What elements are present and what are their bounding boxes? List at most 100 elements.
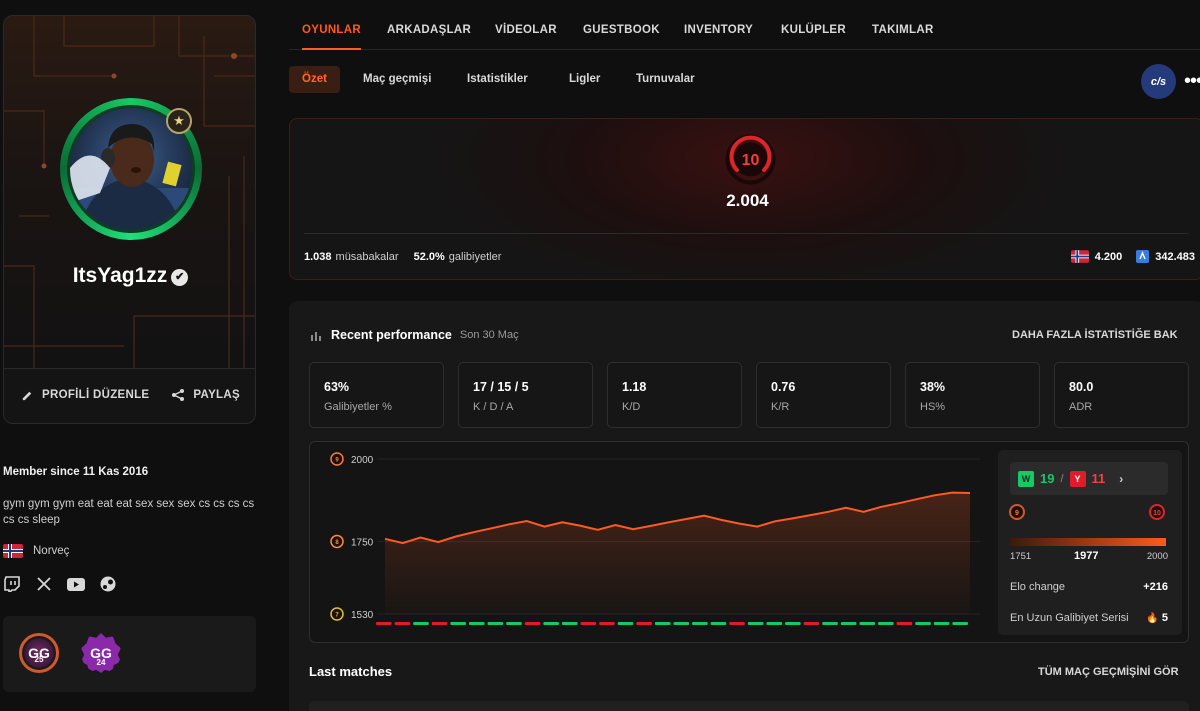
- result-segment: [952, 622, 968, 625]
- twitch-icon[interactable]: [3, 575, 21, 593]
- tab-oyunlar[interactable]: OYUNLAR: [302, 24, 361, 50]
- elo-change-value: +216: [1143, 581, 1168, 593]
- matches-label: müsabakalar: [335, 251, 399, 263]
- main-tabs: OYUNLAR ARKADAŞLAR VİDEOLAR GUESTBOOK IN…: [289, 0, 1200, 50]
- global-ranking[interactable]: 342.483: [1136, 250, 1195, 263]
- subtab-ozet[interactable]: Özet: [289, 66, 340, 93]
- y-tick-label: 1530: [351, 610, 374, 621]
- match-summary: 1.038 müsabakalar 52.0% galibiyetler: [304, 251, 501, 263]
- divider: [4, 368, 255, 369]
- steam-icon[interactable]: [99, 575, 117, 593]
- result-segment: [878, 622, 894, 625]
- winrate-label: galibiyetler: [448, 251, 502, 263]
- more-stats-link[interactable]: DAHA FAZLA İSTATİSTİĞE BAK: [1012, 329, 1178, 341]
- stat-kda: 17 / 15 / 5 K / D / A: [458, 362, 593, 428]
- divider: [304, 233, 1189, 234]
- stat-label: ADR: [1069, 401, 1093, 413]
- y-tick-label: 2000: [351, 455, 374, 466]
- gg25-badge-icon[interactable]: GG 25: [19, 633, 59, 673]
- separator: /: [1060, 472, 1064, 485]
- profile-actions: PROFİLİ DÜZENLE PAYLAŞ: [4, 388, 255, 402]
- longest-streak-value: 5: [1161, 612, 1168, 624]
- wins-count: 19: [1040, 471, 1055, 486]
- country-ranking[interactable]: 4.200: [1070, 250, 1123, 263]
- gg25-number: 25: [34, 655, 44, 664]
- gg24-badge-icon[interactable]: GG 24: [81, 633, 121, 673]
- country: Norveç: [3, 544, 69, 558]
- subtab-mac-gecmisi[interactable]: Maç geçmişi: [350, 66, 444, 93]
- elo-range: 1751 1977 2000: [1010, 550, 1168, 562]
- result-segment: [840, 622, 857, 625]
- level-10-icon: 10: [725, 134, 776, 185]
- result-segment: [450, 622, 466, 625]
- result-segment: [580, 622, 597, 625]
- result-segment: [747, 622, 764, 625]
- tab-arkadaslar[interactable]: ARKADAŞLAR: [387, 24, 471, 36]
- tab-kulupler[interactable]: KULÜPLER: [781, 24, 846, 36]
- stat-label: K/D: [622, 401, 641, 413]
- longest-streak-label: En Uzun Galibiyet Serisi: [1010, 612, 1129, 624]
- win-loss-summary[interactable]: W 19 / Y 11 ›: [1010, 462, 1168, 495]
- result-segment: [376, 622, 392, 625]
- youtube-icon[interactable]: [67, 575, 85, 593]
- result-segment: [692, 622, 708, 625]
- stat-value: 80.0: [1069, 380, 1094, 394]
- cts-avatar[interactable]: c/s: [1141, 64, 1176, 99]
- elo-chart: 9 20008 17507 1530: [330, 452, 980, 625]
- tab-guestbook[interactable]: GUESTBOOK: [583, 24, 660, 36]
- subtab-istatistikler[interactable]: Istatistikler: [454, 66, 541, 93]
- country-name: Norveç: [33, 545, 70, 557]
- result-segment: [673, 622, 690, 625]
- share-button[interactable]: PAYLAŞ: [171, 388, 240, 402]
- more-menu-button[interactable]: •••: [1184, 70, 1200, 93]
- elo-area: [385, 492, 970, 614]
- x-icon[interactable]: [35, 575, 53, 593]
- result-segment: [506, 622, 522, 625]
- result-segment: [431, 622, 448, 625]
- stat-kd: 1.18 K/D: [607, 362, 742, 428]
- subtab-ligler[interactable]: Ligler: [556, 66, 613, 93]
- stat-label: K / D / A: [473, 401, 514, 413]
- result-segment: [599, 622, 615, 625]
- result-segment: [654, 622, 671, 625]
- result-segment: [822, 622, 838, 625]
- result-segment: [859, 622, 876, 625]
- level-9-icon: 9: [1009, 504, 1025, 520]
- result-segment: [487, 622, 504, 625]
- level-badge-icon: ★: [166, 108, 192, 134]
- result-segment: [413, 622, 429, 625]
- result-segment: [896, 622, 913, 625]
- country-rank-value: 4.200: [1094, 250, 1123, 263]
- profile-card: ★ ItsYag1zz ✔ PROFİLİ DÜZENLE PAYLAŞ: [3, 15, 256, 424]
- result-segment: [524, 622, 541, 625]
- stat-value: 1.18: [622, 380, 647, 394]
- level-10-icon: 10: [1149, 504, 1165, 520]
- globe-icon: [1136, 250, 1150, 263]
- performance-subtitle: Son 30 Maç: [459, 329, 519, 341]
- stat-hs: 38% HS%: [905, 362, 1040, 428]
- range-low: 1751: [1010, 551, 1032, 562]
- tab-videolar[interactable]: VİDEOLAR: [495, 24, 557, 36]
- result-segment: [710, 622, 727, 625]
- gg24-number: 24: [96, 658, 106, 667]
- y-tick-label: 1750: [351, 537, 374, 548]
- losses-count: 11: [1091, 471, 1106, 486]
- sub-tabs: Özet Maç geçmişi Istatistikler Ligler Tu…: [289, 66, 1200, 96]
- all-history-link[interactable]: TÜM MAÇ GEÇMİŞİNİ GÖR: [1038, 666, 1179, 678]
- range-high: 2000: [1146, 551, 1168, 562]
- verified-icon: ✔: [171, 269, 189, 286]
- stat-winrate: 63% Galibiyetler %: [309, 362, 444, 428]
- tab-inventory[interactable]: INVENTORY: [684, 24, 753, 36]
- elo-change-row: Elo change +216: [1010, 581, 1168, 593]
- username-text: ItsYag1zz: [72, 264, 168, 287]
- stat-label: Galibiyetler %: [324, 401, 392, 413]
- tab-takimlar[interactable]: TAKIMLAR: [872, 24, 934, 36]
- stat-value: 17 / 15 / 5: [473, 380, 529, 394]
- result-segment: [636, 622, 652, 625]
- social-links: [3, 575, 117, 593]
- subtab-turnuvalar[interactable]: Turnuvalar: [623, 66, 708, 93]
- edit-profile-button[interactable]: PROFİLİ DÜZENLE: [21, 388, 149, 402]
- result-segment: [561, 622, 578, 625]
- result-segment: [766, 622, 783, 625]
- loss-tag: Y: [1069, 470, 1086, 487]
